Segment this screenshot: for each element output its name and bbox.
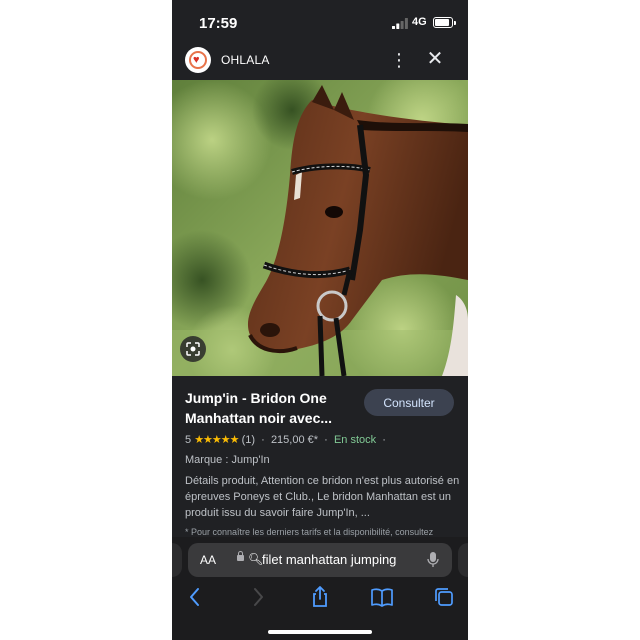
more-options-icon[interactable]: ⋮ [390, 49, 408, 71]
browser-toolbar [172, 585, 468, 609]
google-lens-icon[interactable] [180, 336, 206, 362]
stock-status: En stock [333, 434, 377, 446]
battery-fill [435, 19, 449, 26]
separator: · [324, 434, 328, 446]
product-price: 215,00 €* [270, 434, 319, 446]
price-footnote: * Pour connaître les derniers tarifs et … [185, 527, 434, 537]
bookmarks-icon[interactable] [369, 585, 395, 609]
heart-logo-icon[interactable]: ♥ [185, 47, 211, 73]
tabs-icon[interactable] [431, 585, 457, 609]
address-text[interactable]: filet manhattan jumping [262, 552, 396, 567]
product-description: Détails produit, Attention ce bridon n'e… [185, 475, 460, 519]
product-title[interactable]: Jump'in - Bridon One Manhattan noir avec… [185, 388, 360, 428]
next-tab-peek[interactable] [458, 543, 468, 577]
separator: · [382, 434, 386, 446]
text-size-button[interactable]: AA [200, 553, 216, 567]
review-count: (1) [241, 434, 256, 446]
separator: · [261, 434, 265, 446]
network-type: 4G [412, 16, 427, 28]
close-icon[interactable]: ✕ [425, 48, 445, 70]
product-meta-row: 5 ★★★★★ (1) · 215,00 €* · En stock · [185, 433, 386, 446]
heart-icon: ♥ [193, 54, 200, 66]
site-header: ♥ OHLALA ⋮ ✕ [172, 44, 468, 80]
lock-icon [237, 551, 244, 561]
consult-button[interactable]: Consulter [364, 389, 454, 416]
share-icon[interactable] [307, 585, 333, 609]
status-bar: 17:59 4G [172, 0, 468, 44]
home-indicator[interactable] [268, 630, 372, 634]
cellular-signal-icon [392, 18, 408, 29]
search-icon: 🔍︎ [248, 552, 264, 566]
product-brand: Marque : Jump'In [185, 454, 270, 466]
status-time: 17:59 [199, 15, 238, 32]
back-icon[interactable] [182, 585, 208, 609]
forward-icon[interactable] [245, 585, 271, 609]
rating-value: 5 [185, 434, 192, 446]
rating-stars: ★★★★★ [194, 434, 239, 446]
horse-bridle-photo [172, 80, 468, 376]
microphone-icon[interactable] [427, 551, 439, 569]
site-name[interactable]: OHLALA [221, 53, 270, 67]
address-bar[interactable]: AA 🔍︎ filet manhattan jumping [188, 543, 452, 577]
battery-icon [433, 17, 456, 28]
battery-nub [454, 21, 456, 25]
browser-bottom-bar: AA 🔍︎ filet manhattan jumping [172, 537, 468, 640]
phone-screen: 17:59 4G ♥ OHLALA ⋮ ✕ Jump'in - Bridon O… [172, 0, 468, 640]
previous-tab-peek[interactable] [172, 543, 182, 577]
product-image[interactable] [172, 80, 468, 376]
